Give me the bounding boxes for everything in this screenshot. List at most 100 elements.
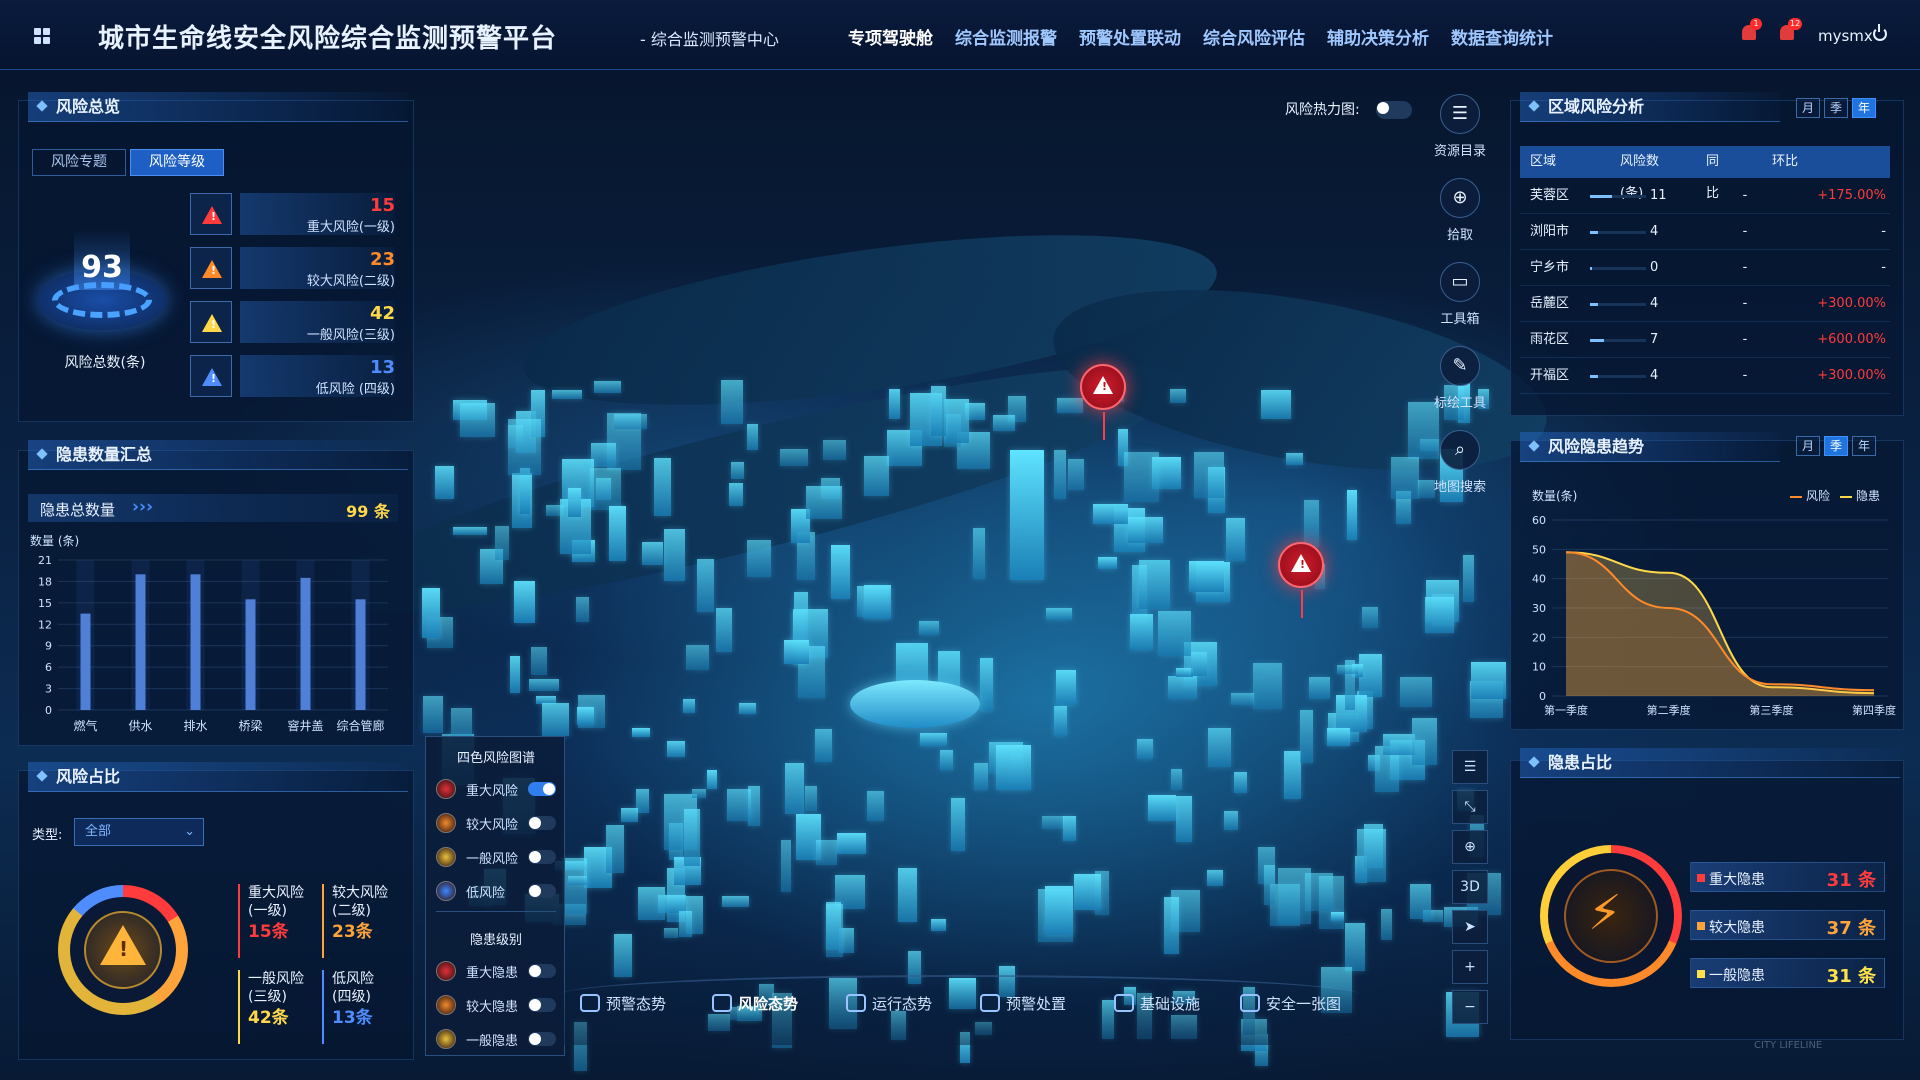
tool-pick[interactable]: ⊕ 拾取 xyxy=(1430,178,1490,243)
map-building xyxy=(1308,677,1331,699)
risk-level-row[interactable]: ! 13 低风险 (四级) xyxy=(190,355,395,397)
locate-icon[interactable]: ⊕ xyxy=(1452,830,1488,864)
tool-plot[interactable]: ✎ 标绘工具 xyxy=(1430,346,1490,411)
bottom-tab-risk-situation[interactable]: 风险态势 xyxy=(712,990,798,1016)
map-building xyxy=(784,639,810,665)
warning-disposal-icon xyxy=(980,994,1000,1012)
bottom-tab-warning-disposal[interactable]: 预警处置 xyxy=(980,990,1066,1016)
nav-decision-analysis[interactable]: 辅助决策分析 xyxy=(1327,24,1429,49)
region-mom: +300.00% xyxy=(1817,368,1886,383)
map-building xyxy=(613,414,647,429)
legend-hazard-item[interactable]: 较大隐患 xyxy=(436,993,564,1017)
legend-hazard-item[interactable]: 一般隐患 xyxy=(436,1027,564,1051)
legend-hazard-item[interactable]: 重大隐患 xyxy=(436,959,564,983)
region-risk-title: 区域风险分析 xyxy=(1520,92,1780,122)
region-name: 宁乡市 xyxy=(1530,260,1570,275)
map-building xyxy=(1230,693,1254,706)
bottom-tab-operation-situation[interactable]: 运行态势 xyxy=(846,990,932,1016)
power-icon[interactable] xyxy=(1873,24,1887,41)
bar[interactable] xyxy=(80,613,91,710)
nav-warning-disposal[interactable]: 预警处置联动 xyxy=(1079,24,1181,49)
apps-grid-icon[interactable] xyxy=(34,28,50,44)
bottom-tab-warning-situation[interactable]: 预警态势 xyxy=(580,990,666,1016)
risk-marker-pin[interactable]: ! xyxy=(1278,542,1324,618)
safety-map-icon xyxy=(1240,994,1260,1012)
user-name[interactable]: mysmx xyxy=(1818,27,1873,45)
heatmap-toggle[interactable] xyxy=(1376,101,1412,119)
warning-triangle-icon: ! xyxy=(190,355,232,397)
legend-hazard-toggle[interactable] xyxy=(528,964,556,978)
zoom-in-icon[interactable]: + xyxy=(1452,950,1488,984)
legend-risk-toggle[interactable] xyxy=(528,816,556,830)
period-year[interactable]: 年 xyxy=(1852,98,1876,118)
legend-risk-label: 重大风险 xyxy=(466,784,519,799)
risk-level-row[interactable]: ! 15 重大风险(一级) xyxy=(190,193,395,235)
map-building xyxy=(529,679,560,691)
zoom-out-icon[interactable]: − xyxy=(1452,990,1488,1024)
legend-risk-toggle[interactable] xyxy=(528,884,556,898)
bottom-tab-label: 预警态势 xyxy=(606,994,667,1013)
bar[interactable] xyxy=(135,574,146,710)
tool-search[interactable]: ⌕ 地图搜索 xyxy=(1430,430,1490,495)
map-building xyxy=(1337,665,1358,674)
x-tick-label: 第一季度 xyxy=(1544,703,1588,717)
layers-icon[interactable]: ☰ xyxy=(1452,750,1488,784)
bar[interactable] xyxy=(355,599,366,710)
bottom-tab-infrastructure[interactable]: 基础设施 xyxy=(1114,990,1200,1016)
nav-data-query[interactable]: 数据查询统计 xyxy=(1451,24,1553,49)
legend-risk-item[interactable]: 低风险 xyxy=(436,879,564,903)
tool-catalog[interactable]: ☰ 资源目录 xyxy=(1430,94,1490,159)
table-row[interactable]: 芙蓉区 11 - +175.00% xyxy=(1520,178,1890,214)
tab-risk-topic[interactable]: 风险专题 xyxy=(32,149,126,176)
3d-toggle[interactable]: 3D xyxy=(1452,870,1488,904)
map-building xyxy=(1168,675,1198,699)
map-building xyxy=(1299,710,1314,764)
legend-risk-item[interactable]: 重大风险 xyxy=(436,777,564,801)
legend-risk-item[interactable]: 较大风险 xyxy=(436,811,564,835)
period-quarter[interactable]: 季 xyxy=(1824,436,1848,456)
legend-risk-toggle[interactable] xyxy=(528,782,556,796)
map-building xyxy=(666,741,686,757)
bar[interactable] xyxy=(245,599,256,710)
risk-level-row[interactable]: ! 42 一般风险(三级) xyxy=(190,301,395,343)
legend-risk-toggle[interactable] xyxy=(528,850,556,864)
bar[interactable] xyxy=(190,574,201,710)
pick-icon: ⊕ xyxy=(1440,178,1480,218)
period-month[interactable]: 月 xyxy=(1796,436,1820,456)
risk-marker-pin[interactable]: ! xyxy=(1080,364,1126,440)
nav-risk-assessment[interactable]: 综合风险评估 xyxy=(1203,24,1305,49)
type-select[interactable]: 全部 ⌄ xyxy=(74,818,204,846)
map-building xyxy=(551,390,583,400)
legend-hazard-toggle[interactable] xyxy=(528,1032,556,1046)
period-quarter[interactable]: 季 xyxy=(1824,98,1848,118)
map-building xyxy=(972,527,986,580)
table-row[interactable]: 雨花区 7 - +600.00% xyxy=(1520,322,1890,358)
risk-situation-icon xyxy=(712,994,732,1012)
bottom-tab-safety-map[interactable]: 安全一张图 xyxy=(1240,990,1341,1016)
period-year[interactable]: 年 xyxy=(1852,436,1876,456)
map-building xyxy=(1062,815,1076,842)
nav-monitoring-alarm[interactable]: 综合监测报警 xyxy=(955,24,1057,49)
table-row[interactable]: 宁乡市 0 - - xyxy=(1520,250,1890,286)
table-row[interactable]: 开福区 4 - +300.00% xyxy=(1520,358,1890,394)
map-building xyxy=(423,696,443,734)
fullscreen-icon[interactable]: ⤡ xyxy=(1452,790,1488,824)
period-month[interactable]: 月 xyxy=(1796,98,1820,118)
nav-special-cockpit[interactable]: 专项驾驶舱 xyxy=(848,24,933,49)
map-building xyxy=(1170,768,1183,791)
x-tick-label: 窨井盖 xyxy=(287,718,323,733)
map-building xyxy=(642,542,663,566)
legend-risk-item[interactable]: 一般风险 xyxy=(436,845,564,869)
map-building xyxy=(780,449,809,466)
warning-bell-icon[interactable]: 12 xyxy=(1778,18,1803,44)
risk-level-row[interactable]: ! 23 较大风险(二级) xyxy=(190,247,395,289)
tab-risk-level[interactable]: 风险等级 xyxy=(130,149,224,176)
app-subtitle: - 综合监测预警中心 xyxy=(640,30,779,49)
bar[interactable] xyxy=(300,577,311,710)
tool-toolbox[interactable]: ▭ 工具箱 xyxy=(1430,262,1490,327)
compass-icon[interactable]: ➤ xyxy=(1452,910,1488,944)
table-row[interactable]: 浏阳市 4 - - xyxy=(1520,214,1890,250)
alarm-bell-icon[interactable]: 1 xyxy=(1740,18,1762,44)
table-row[interactable]: 岳麓区 4 - +300.00% xyxy=(1520,286,1890,322)
legend-hazard-toggle[interactable] xyxy=(528,998,556,1012)
